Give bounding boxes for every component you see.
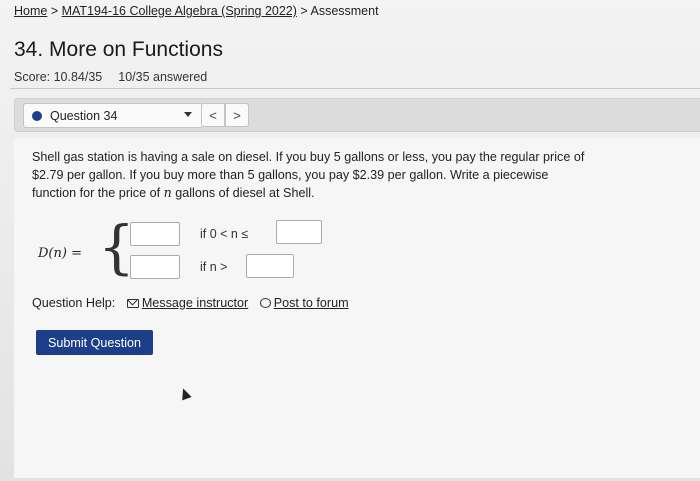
page-title: 34. More on Functions bbox=[14, 38, 223, 61]
breadcrumb-current: Assessment bbox=[310, 4, 379, 18]
question-line: Shell gas station is having a sale on di… bbox=[32, 150, 585, 164]
post-to-forum-link[interactable]: Post to forum bbox=[259, 296, 349, 310]
divider bbox=[10, 88, 700, 89]
piece2-bound-input[interactable] bbox=[246, 254, 294, 278]
breadcrumb-home-link[interactable]: Home bbox=[14, 4, 47, 18]
breadcrumb-separator: > bbox=[296, 4, 311, 18]
question-nav-bar: Question 34 < > bbox=[14, 98, 700, 132]
chat-bubble-icon bbox=[259, 298, 271, 308]
piece2-expression-input[interactable] bbox=[130, 255, 180, 279]
question-text: Shell gas station is having a sale on di… bbox=[32, 148, 632, 202]
score-row: Score: 10.84/35 10/35 answered bbox=[14, 70, 207, 84]
previous-question-button[interactable]: < bbox=[201, 103, 225, 127]
variable-n: n bbox=[163, 185, 172, 200]
submit-question-button[interactable]: Submit Question bbox=[36, 330, 153, 355]
next-question-button[interactable]: > bbox=[225, 103, 249, 127]
breadcrumb: Home > MAT194-16 College Algebra (Spring… bbox=[14, 4, 379, 18]
question-line: $2.79 per gallon. If you buy more than 5… bbox=[32, 168, 549, 182]
answered-count: 10/35 answered bbox=[118, 70, 208, 84]
breadcrumb-separator: > bbox=[47, 4, 62, 18]
question-select-label: Question 34 bbox=[50, 108, 118, 123]
question-line: function for the price of n gallons of d… bbox=[32, 185, 315, 200]
question-select[interactable]: Question 34 bbox=[23, 103, 203, 128]
piece1-bound-input[interactable] bbox=[276, 220, 322, 244]
breadcrumb-course-link[interactable]: MAT194-16 College Algebra (Spring 2022) bbox=[62, 4, 297, 18]
message-instructor-link[interactable]: Message instructor bbox=[126, 296, 248, 310]
question-help-label: Question Help: bbox=[32, 296, 116, 310]
piece1-expression-input[interactable] bbox=[130, 222, 180, 246]
piece2-condition: if n > bbox=[200, 260, 228, 274]
function-label: D(n) = bbox=[38, 246, 82, 261]
chevron-down-icon bbox=[184, 112, 192, 117]
score-text: Score: 10.84/35 bbox=[14, 70, 103, 84]
question-help: Question Help: Message instructor Post t… bbox=[32, 296, 349, 310]
piece1-condition: if 0 < n ≤ bbox=[200, 227, 249, 241]
mail-icon bbox=[126, 299, 139, 308]
question-panel: Shell gas station is having a sale on di… bbox=[14, 138, 700, 478]
bullet-icon bbox=[32, 110, 42, 121]
